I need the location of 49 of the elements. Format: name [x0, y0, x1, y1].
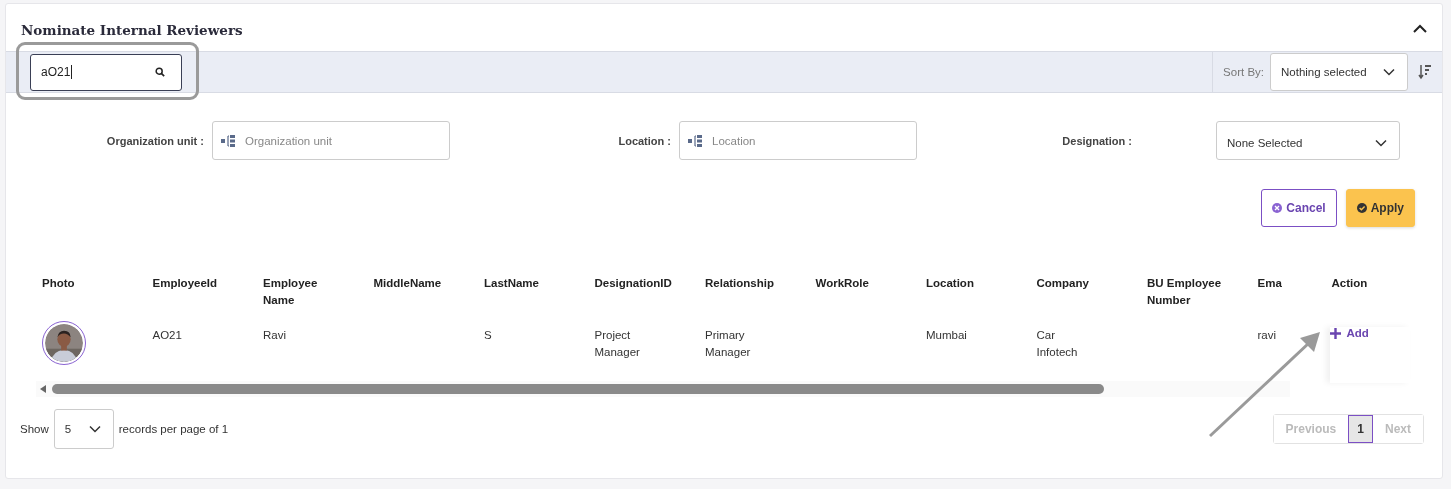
- plus-icon: [1329, 328, 1341, 339]
- cancel-button[interactable]: Cancel: [1261, 189, 1337, 227]
- table-cell-text: AO21: [151, 328, 183, 343]
- column-header: Relationship: [704, 276, 775, 291]
- column-header: MiddleName: [372, 276, 443, 291]
- column-header: BU Employee Number: [1146, 276, 1223, 308]
- table-cell-text: ravi: [1256, 328, 1278, 343]
- show-label: Show: [20, 423, 49, 435]
- horizontal-scrollbar[interactable]: [36, 381, 1290, 397]
- column-header: Photo: [41, 276, 76, 291]
- filter-label: Organization unit :: [105, 134, 204, 147]
- table-cell-text: Car Infotech: [1035, 328, 1079, 360]
- column-header: Action: [1330, 276, 1369, 291]
- column-header: Ema: [1256, 276, 1283, 291]
- table-cell-text: S: [483, 328, 493, 343]
- scrollbar-thumb[interactable]: [52, 384, 1105, 394]
- search-field[interactable]: aO21: [30, 53, 182, 91]
- designation-dropdown[interactable]: None Selected: [1216, 121, 1400, 160]
- sort-label: Sort By:: [1223, 66, 1264, 78]
- filter-label: Location :: [617, 134, 671, 147]
- column-header: Location: [925, 276, 975, 291]
- collapse-chevron-icon[interactable]: [1412, 22, 1428, 33]
- panel-title: Nominate Internal Reviewers: [21, 20, 243, 38]
- page-size-dropdown[interactable]: 5: [53, 409, 114, 449]
- tree-select-field[interactable]: Organization unit: [212, 121, 450, 160]
- tree-select-field[interactable]: Location: [679, 121, 917, 160]
- records-label: records per page of 1: [118, 423, 229, 435]
- apply-button[interactable]: Apply: [1345, 189, 1415, 227]
- chevron-down-icon: [1381, 67, 1397, 77]
- scroll-left-icon[interactable]: [40, 385, 46, 393]
- check-circle-icon: [1356, 203, 1367, 213]
- column-header: Company: [1035, 276, 1090, 291]
- table-cell-text: Mumbai: [925, 328, 968, 343]
- sort-dropdown[interactable]: Nothing selected: [1270, 53, 1408, 91]
- column-header: DesignationID: [593, 276, 673, 291]
- page-button[interactable]: 1: [1348, 415, 1373, 443]
- column-header: WorkRole: [814, 276, 870, 291]
- close-circle-icon: [1272, 203, 1283, 213]
- column-header: EmployeeId: [151, 276, 219, 291]
- table-cell-text: Ravi: [262, 328, 287, 343]
- column-header: Employee Name: [262, 276, 319, 308]
- table-cell-text: Primary Manager: [704, 328, 752, 360]
- sort-order-icon[interactable]: [1418, 64, 1432, 80]
- chevron-down-icon: [1373, 137, 1389, 148]
- search-icon[interactable]: [155, 67, 165, 77]
- column-header: LastName: [483, 276, 540, 291]
- table-cell-text: Project Manager: [593, 328, 641, 360]
- add-link[interactable]: Add: [1329, 325, 1369, 342]
- filter-label: Designation :: [1061, 134, 1132, 147]
